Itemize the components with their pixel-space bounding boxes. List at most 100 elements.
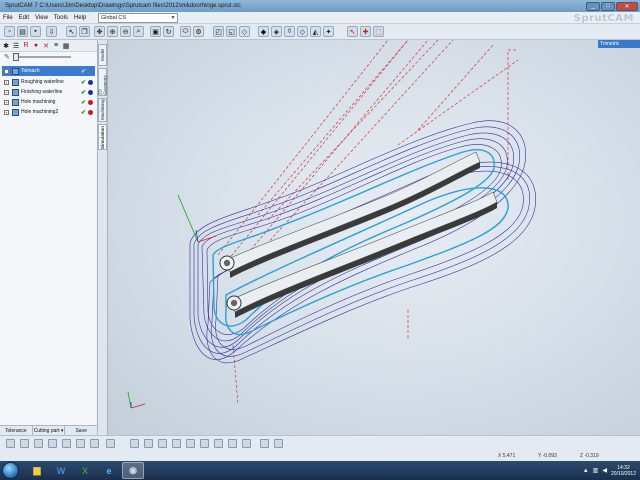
view-top-icon[interactable]: ◰ (213, 26, 224, 37)
menu-view[interactable]: View (32, 15, 51, 21)
tray-arrow-icon[interactable]: ▲ (583, 468, 589, 474)
sim-last-icon[interactable] (90, 439, 99, 448)
fit-icon[interactable]: ▣ (150, 26, 161, 37)
show-part-icon[interactable] (130, 439, 139, 448)
start-button[interactable] (2, 462, 19, 479)
wire-icon[interactable]: ◈ (271, 26, 282, 37)
clock[interactable]: 14:32 20/10/2012 (611, 465, 636, 477)
sim-first-icon[interactable] (6, 439, 15, 448)
save-icon[interactable]: ▪ (30, 26, 41, 37)
show-tool-icon[interactable] (158, 439, 167, 448)
show-holder-icon[interactable] (172, 439, 181, 448)
expand-icon[interactable]: + (4, 79, 9, 85)
zoom-icon[interactable]: ⊕ (107, 26, 118, 37)
volume-icon[interactable]: ◀ (602, 467, 607, 474)
run-icon[interactable]: R (22, 42, 30, 50)
minimize-button[interactable]: _ (586, 1, 600, 11)
measure-tool-icon[interactable] (260, 439, 269, 448)
excel-taskbar-icon[interactable]: X (74, 462, 96, 479)
speed-slider[interactable]: ✎ (0, 52, 97, 62)
delete-icon[interactable]: ✕ (42, 42, 50, 50)
view-select[interactable]: Trimetric (598, 40, 640, 48)
network-icon[interactable]: ▥ (593, 467, 599, 474)
props-icon[interactable]: ▦ (62, 42, 70, 50)
ie-taskbar-icon[interactable]: e (98, 462, 120, 479)
expand-icon[interactable]: + (4, 89, 9, 95)
tab-model[interactable]: Model (98, 44, 107, 66)
sim-step-icon[interactable] (106, 439, 115, 448)
slider-handle[interactable] (13, 53, 19, 61)
sprutcam-taskbar-icon[interactable]: ◉ (122, 462, 144, 479)
cutting-part-button[interactable]: Cutting part ▾ (33, 426, 66, 435)
measure-icon[interactable]: ⬚ (373, 26, 384, 37)
sim-play-icon[interactable] (34, 439, 43, 448)
section-icon[interactable]: ◭ (310, 26, 321, 37)
rotate-icon[interactable]: ↻ (163, 26, 174, 37)
light-icon[interactable]: ✦ (323, 26, 334, 37)
tree-root[interactable]: - Toimach ✔ (2, 66, 95, 76)
import-icon[interactable]: ⇩ (46, 26, 57, 37)
new-file-icon[interactable]: ▫ (4, 26, 15, 37)
axis-icon[interactable]: ✚ (360, 26, 371, 37)
check-icon[interactable]: ✔ (81, 89, 86, 96)
rapid-moves (217, 40, 519, 406)
zoom-window-icon[interactable]: ⌕ (133, 26, 144, 37)
tree-item-finishing[interactable]: + Finishing waterline ✔ (2, 87, 95, 97)
pan-icon[interactable]: ✥ (94, 26, 105, 37)
check-icon[interactable]: ✔ (81, 99, 86, 106)
search-icon[interactable] (274, 439, 283, 448)
sim-pause-icon[interactable] (48, 439, 57, 448)
sim-prev-icon[interactable] (20, 439, 29, 448)
show-fixture-icon[interactable] (200, 439, 209, 448)
settings-icon[interactable]: ⚙ (193, 26, 204, 37)
save-button[interactable]: Save (65, 426, 99, 435)
shaded-icon[interactable]: ◆ (258, 26, 269, 37)
filter-icon[interactable] (228, 439, 237, 448)
menu-file[interactable]: File (0, 15, 16, 21)
expand-icon[interactable]: + (4, 99, 9, 105)
word-taskbar-icon[interactable]: W (50, 462, 72, 479)
tree-item-hole-machining[interactable]: + Hole machining ✔ (2, 97, 95, 107)
explorer-taskbar-icon[interactable]: ▆ (26, 462, 48, 479)
view-iso-icon[interactable]: ◇ (239, 26, 250, 37)
close-button[interactable]: ✕ (616, 1, 638, 11)
tab-2d-geometry[interactable]: 2D Geometry (98, 68, 108, 96)
copy-icon[interactable]: ❐ (79, 26, 90, 37)
show-machine-icon[interactable] (186, 439, 195, 448)
collision-icon[interactable] (242, 439, 251, 448)
shade-edges-icon[interactable]: ◊ (284, 26, 295, 37)
tree-icon[interactable]: ☰ (12, 42, 20, 50)
expand-icon[interactable]: + (4, 109, 9, 115)
check-icon[interactable]: ✔ (81, 109, 86, 116)
list-icon[interactable]: ≡ (52, 42, 60, 50)
menu-help[interactable]: Help (71, 15, 89, 21)
coordinate-system-select[interactable]: Global CS ▼ (98, 13, 178, 23)
show-toolpath-icon[interactable] (214, 439, 223, 448)
view-front-icon[interactable]: ◱ (226, 26, 237, 37)
hidden-icon[interactable]: ◇ (297, 26, 308, 37)
tab-simulation[interactable]: Simulation (98, 124, 107, 150)
cylinder-icon[interactable]: ⬭ (180, 26, 191, 37)
add-op-icon[interactable]: ✱ (2, 42, 10, 50)
collapse-icon[interactable]: - (4, 68, 9, 74)
check-icon[interactable]: ✔ (81, 68, 86, 75)
graphics-viewport[interactable]: Trimetric (108, 40, 640, 435)
tab-machining[interactable]: Machining (98, 98, 107, 122)
show-stock-icon[interactable] (144, 439, 153, 448)
operation-icon (12, 78, 19, 86)
tree-item-roughing[interactable]: + Roughing waterline ✔ (2, 77, 95, 87)
sim-next-icon[interactable] (76, 439, 85, 448)
zoom-out-icon[interactable]: ⊖ (120, 26, 131, 37)
sim-stop-icon[interactable] (62, 439, 71, 448)
maximize-button[interactable]: □ (601, 1, 615, 11)
menu-edit[interactable]: Edit (16, 15, 32, 21)
simulation-toolbar (0, 435, 640, 452)
check-icon[interactable]: ✔ (81, 79, 86, 86)
stop-icon[interactable]: ● (32, 42, 40, 50)
tolerance-button[interactable]: Tolerance (0, 426, 33, 435)
pick-icon[interactable]: ↖ (347, 26, 358, 37)
open-icon[interactable]: ▤ (17, 26, 28, 37)
tree-item-hole-machining2[interactable]: + Hole machining2 ✔ (2, 107, 95, 117)
menu-tools[interactable]: Tools (51, 15, 71, 21)
select-icon[interactable]: ↖ (66, 26, 77, 37)
